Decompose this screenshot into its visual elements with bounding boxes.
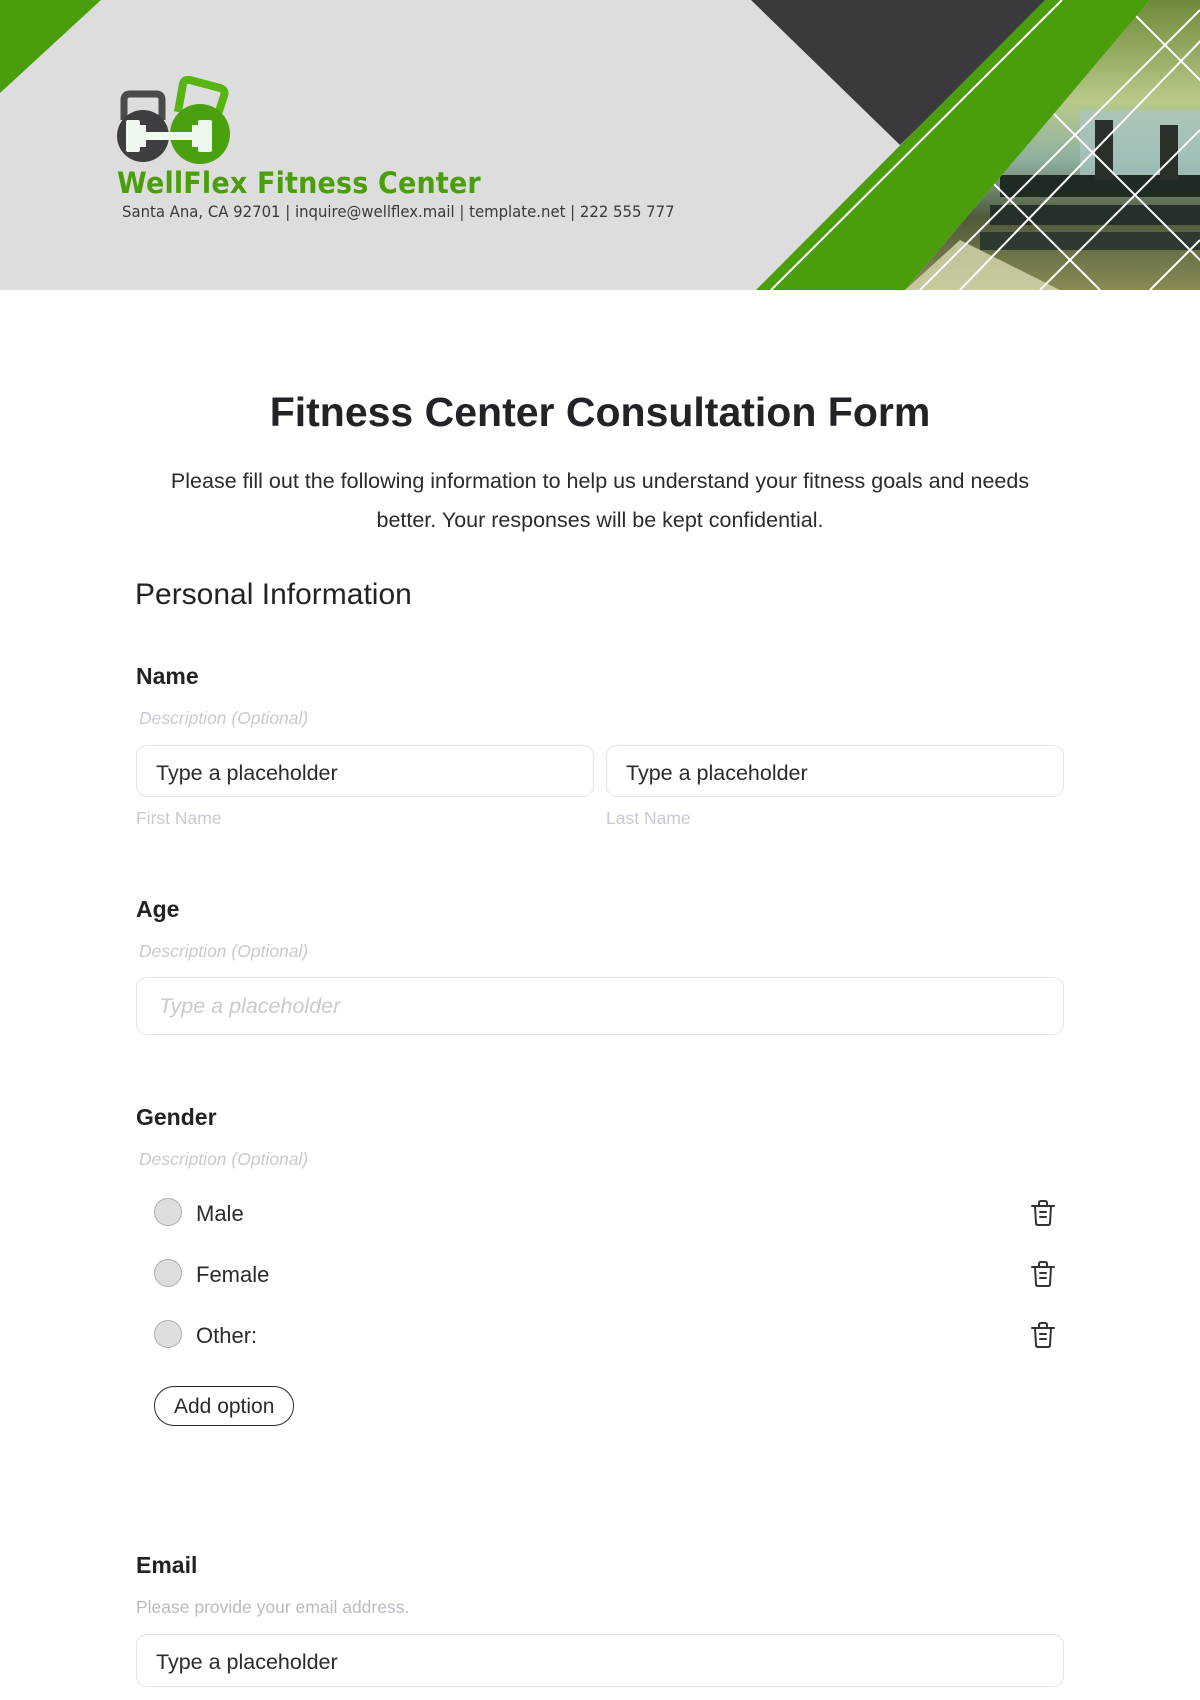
trash-icon[interactable]	[1030, 1260, 1056, 1288]
corner-green-triangle	[0, 0, 101, 93]
gender-option-male: Male	[154, 1196, 1064, 1230]
trash-icon[interactable]	[1030, 1199, 1056, 1227]
letterhead-header: WellFlex Fitness Center Santa Ana, CA 92…	[0, 0, 1200, 290]
gender-option-other: Other:	[154, 1318, 1064, 1352]
option-label[interactable]: Male	[196, 1201, 244, 1227]
last-name-sublabel: Last Name	[606, 808, 691, 828]
first-name-input-value: Type a placeholder	[156, 761, 338, 785]
first-name-input[interactable]: Type a placeholder	[136, 745, 594, 797]
first-name-sublabel: First Name	[136, 808, 222, 828]
kettlebell-dumbbell-logo-icon	[117, 76, 230, 164]
email-input-value: Type a placeholder	[156, 1650, 338, 1674]
email-input[interactable]: Type a placeholder	[136, 1634, 1064, 1687]
age-question-label: Age	[136, 896, 180, 922]
last-name-input-value: Type a placeholder	[626, 761, 808, 785]
add-option-button[interactable]: Add option	[154, 1386, 295, 1426]
form-title: Fitness Center Consultation Form	[269, 389, 931, 435]
name-question-description[interactable]: Description (Optional)	[139, 708, 308, 729]
gender-option-female: Female	[154, 1257, 1064, 1291]
email-question-description[interactable]: Please provide your email address.	[136, 1597, 409, 1618]
last-name-input[interactable]: Type a placeholder	[606, 745, 1064, 797]
age-question-description[interactable]: Description (Optional)	[139, 941, 308, 962]
form-intro: Please fill out the following informatio…	[170, 469, 1030, 532]
age-input[interactable]: Type a placeholder	[136, 977, 1064, 1035]
radio-button[interactable]	[154, 1259, 182, 1287]
trash-icon[interactable]	[1030, 1321, 1056, 1349]
option-label[interactable]: Female	[196, 1262, 269, 1288]
age-input-placeholder: Type a placeholder	[159, 994, 341, 1018]
radio-button[interactable]	[154, 1198, 182, 1226]
option-label[interactable]: Other:	[196, 1323, 257, 1349]
brand-name: WellFlex Fitness Center	[117, 166, 481, 200]
gender-question-description[interactable]: Description (Optional)	[139, 1149, 308, 1170]
gender-question-label: Gender	[136, 1104, 217, 1130]
radio-button[interactable]	[154, 1320, 182, 1348]
section-title-personal-information: Personal Information	[135, 578, 412, 611]
name-question-label: Name	[136, 663, 199, 689]
email-question-label: Email	[136, 1552, 198, 1578]
brand-contact-line: Santa Ana, CA 92701 | inquire@wellflex.m…	[122, 202, 675, 221]
